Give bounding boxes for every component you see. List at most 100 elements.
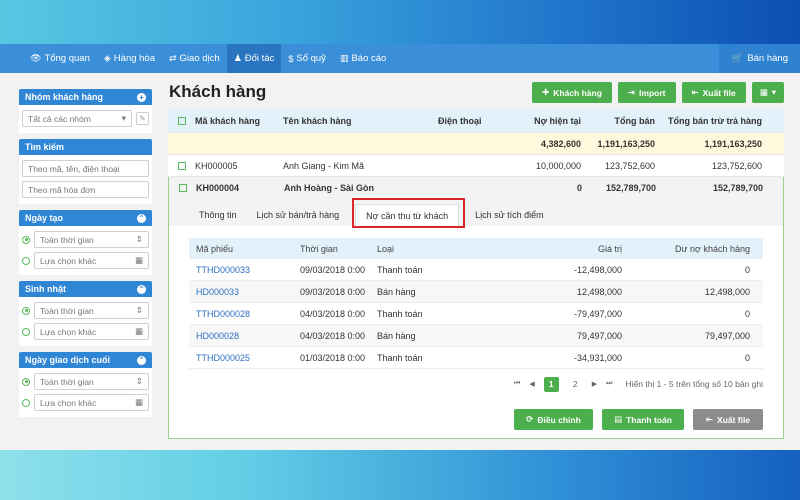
tab-info[interactable]: Thông tin [189, 204, 247, 226]
custom-date-input[interactable]: Lựa chọn khác ▦ [34, 394, 149, 411]
customer-name: Anh Hoàng - Sài Gòn [284, 183, 374, 193]
tab-sales-history[interactable]: Lịch sử bán/trả hàng [247, 204, 350, 226]
export-button[interactable]: ⇤ Xuất file [681, 82, 746, 103]
plus-icon: ✚ [542, 87, 550, 97]
voucher-link[interactable]: TTHD000028 [189, 309, 300, 319]
select-all-checkbox[interactable] [177, 116, 186, 125]
selected-row[interactable]: KH000004 Anh Hoàng - Sài Gòn 0 152,789,7… [169, 177, 783, 199]
column-header[interactable]: Điện thoại [438, 116, 513, 126]
all-time-select[interactable]: Toàn thời gian ⇕ [34, 373, 149, 390]
nav-item-cashbook[interactable]: $ Sổ quỹ [281, 44, 333, 73]
page-1-button[interactable]: 1 [543, 376, 559, 392]
tab-points-history[interactable]: Lịch sử tích điểm [465, 204, 554, 226]
section-header: Ngày giao dịch cuối ⌃ [19, 352, 152, 368]
table-row[interactable]: KH000005 Anh Giang - Kim Mã 10,000,000 1… [168, 155, 784, 177]
last-transaction-filter: Ngày giao dịch cuối ⌃ Toàn thời gian ⇕ L… [19, 352, 152, 417]
customer-total: 152,789,700 [605, 183, 656, 193]
app-frame: 👁 Tổng quan ◈ Hàng hóa ⇄ Giao dịch ♟ Đối… [0, 44, 800, 450]
column-header[interactable]: Tên khách hàng [283, 116, 438, 126]
select-value: Lựa chọn khác [40, 255, 97, 266]
column-header[interactable]: Tổng bán [581, 116, 656, 126]
payment-button[interactable]: ▤ Thanh toán [602, 409, 684, 430]
summary-row: 4,382,600 1,191,163,250 1,191,163,250 [168, 133, 784, 155]
collapse-icon[interactable]: ⌃ [137, 355, 146, 365]
radio-custom[interactable] [22, 327, 30, 336]
input-placeholder: Theo mã hóa đơn [28, 184, 96, 195]
voucher-time: 04/03/2018 0:00 [300, 308, 366, 319]
nav-label: Giao dịch [179, 53, 220, 64]
voucher-link[interactable]: HD000028 [189, 331, 300, 341]
section-header: Tìm kiếm [19, 139, 152, 155]
nav-item-products[interactable]: ◈ Hàng hóa [97, 44, 162, 73]
table-header: Mã khách hàng Tên khách hàng Điện thoại … [168, 109, 784, 133]
input-placeholder: Theo mã, tên, điện thoại [28, 163, 120, 174]
voucher-balance: 79,497,000 [704, 330, 750, 341]
select-value: Toàn thời gian [40, 376, 94, 387]
column-header[interactable]: Nợ hiện tại [513, 116, 581, 126]
table-row: TTHD000025 01/03/2018 0:00 Thanh toán -3… [189, 347, 763, 369]
debt-panel: Mã phiếu Thời gian Loại Giá trị Dư nợ kh… [169, 226, 783, 438]
first-page-icon[interactable]: ⏮ [514, 380, 520, 388]
column-header[interactable]: Tổng bán trừ trả hàng [655, 116, 770, 126]
group-select[interactable]: Tất cả các nhóm ▾ [22, 110, 132, 127]
edit-icon[interactable]: ✎ [136, 112, 149, 125]
column-menu-button[interactable]: ▦ ▾ [751, 82, 784, 103]
section-header: Nhóm khách hàng + [19, 89, 152, 105]
radio-custom[interactable] [22, 256, 30, 265]
cube-icon: ◈ [103, 53, 111, 63]
row-checkbox[interactable] [177, 161, 186, 170]
section-title: Ngày giao dịch cuối [25, 355, 111, 365]
page-2-button[interactable]: 2 [568, 377, 583, 392]
radio-custom[interactable] [22, 398, 30, 407]
sum-debt: 4,382,600 [540, 138, 581, 149]
nav-item-overview[interactable]: 👁 Tổng quan [0, 44, 97, 73]
export-debt-button[interactable]: ⇤ Xuất file [693, 409, 763, 430]
expanded-customer: KH000004 Anh Hoàng - Sài Gòn 0 152,789,7… [168, 177, 784, 439]
radio-all-time[interactable] [22, 377, 30, 386]
radio-all-time[interactable] [22, 306, 30, 315]
select-value: Toàn thời gian [40, 305, 94, 316]
custom-date-input[interactable]: Lựa chọn khác ▦ [34, 323, 149, 340]
collapse-icon[interactable]: ⌃ [137, 213, 146, 223]
section-body: Toàn thời gian ⇕ Lựa chọn khác ▦ [19, 297, 152, 346]
add-customer-button[interactable]: ✚ Khách hàng [532, 82, 612, 103]
sell-button[interactable]: 🛒 Bán hàng [719, 44, 800, 73]
nav-label: Tổng quan [44, 53, 90, 64]
nav-label: Báo cáo [351, 53, 387, 64]
add-group-icon[interactable]: + [137, 92, 146, 102]
updown-icon: ⇕ [135, 376, 143, 386]
section-title: Ngày tạo [25, 213, 64, 223]
prev-page-icon[interactable]: ◀ [529, 380, 534, 388]
collapse-icon[interactable]: ⌃ [137, 284, 146, 294]
customer-table: Mã khách hàng Tên khách hàng Điện thoại … [168, 109, 784, 439]
column-header[interactable]: Mã khách hàng [195, 116, 283, 126]
custom-date-input[interactable]: Lựa chọn khác ▦ [34, 252, 149, 269]
nav-item-transactions[interactable]: ⇄ Giao dịch [162, 44, 227, 73]
voucher-balance: 12,498,000 [704, 286, 750, 297]
updown-icon: ⇕ [135, 305, 143, 315]
row-checkbox[interactable] [178, 184, 187, 192]
debt-actions: ⟳ Điều chỉnh ▤ Thanh toán ⇤ Xuất file [189, 409, 763, 430]
nav-item-reports[interactable]: ▥ Báo cáo [333, 44, 393, 73]
voucher-value: -79,497,000 [573, 308, 622, 319]
voucher-type: Thanh toán [377, 264, 423, 275]
section-body: Tất cả các nhóm ▾ ✎ [19, 105, 152, 133]
adjust-button[interactable]: ⟳ Điều chỉnh [514, 409, 593, 430]
search-code-input[interactable]: Theo mã, tên, điện thoại [22, 160, 149, 177]
voucher-link[interactable]: TTHD000033 [189, 265, 300, 275]
section-title: Tìm kiếm [25, 142, 65, 152]
last-page-icon[interactable]: ⏭ [606, 380, 612, 388]
import-button[interactable]: ⇥ Import [617, 82, 676, 103]
table-row: HD000033 09/03/2018 0:00 Bán hàng 12,498… [189, 281, 763, 303]
nav-label: Hàng hóa [113, 53, 155, 64]
all-time-select[interactable]: Toàn thời gian ⇕ [34, 302, 149, 319]
next-page-icon[interactable]: ▶ [592, 380, 597, 388]
voucher-link[interactable]: HD000033 [189, 287, 300, 297]
search-invoice-input[interactable]: Theo mã hóa đơn [22, 181, 149, 198]
all-time-select[interactable]: Toàn thời gian ⇕ [34, 231, 149, 248]
nav-item-partners[interactable]: ♟ Đối tác [226, 44, 282, 73]
calendar-icon: ▦ [134, 255, 143, 265]
radio-all-time[interactable] [22, 235, 30, 244]
calculator-icon: ▤ [614, 414, 623, 424]
voucher-link[interactable]: TTHD000025 [189, 353, 300, 363]
